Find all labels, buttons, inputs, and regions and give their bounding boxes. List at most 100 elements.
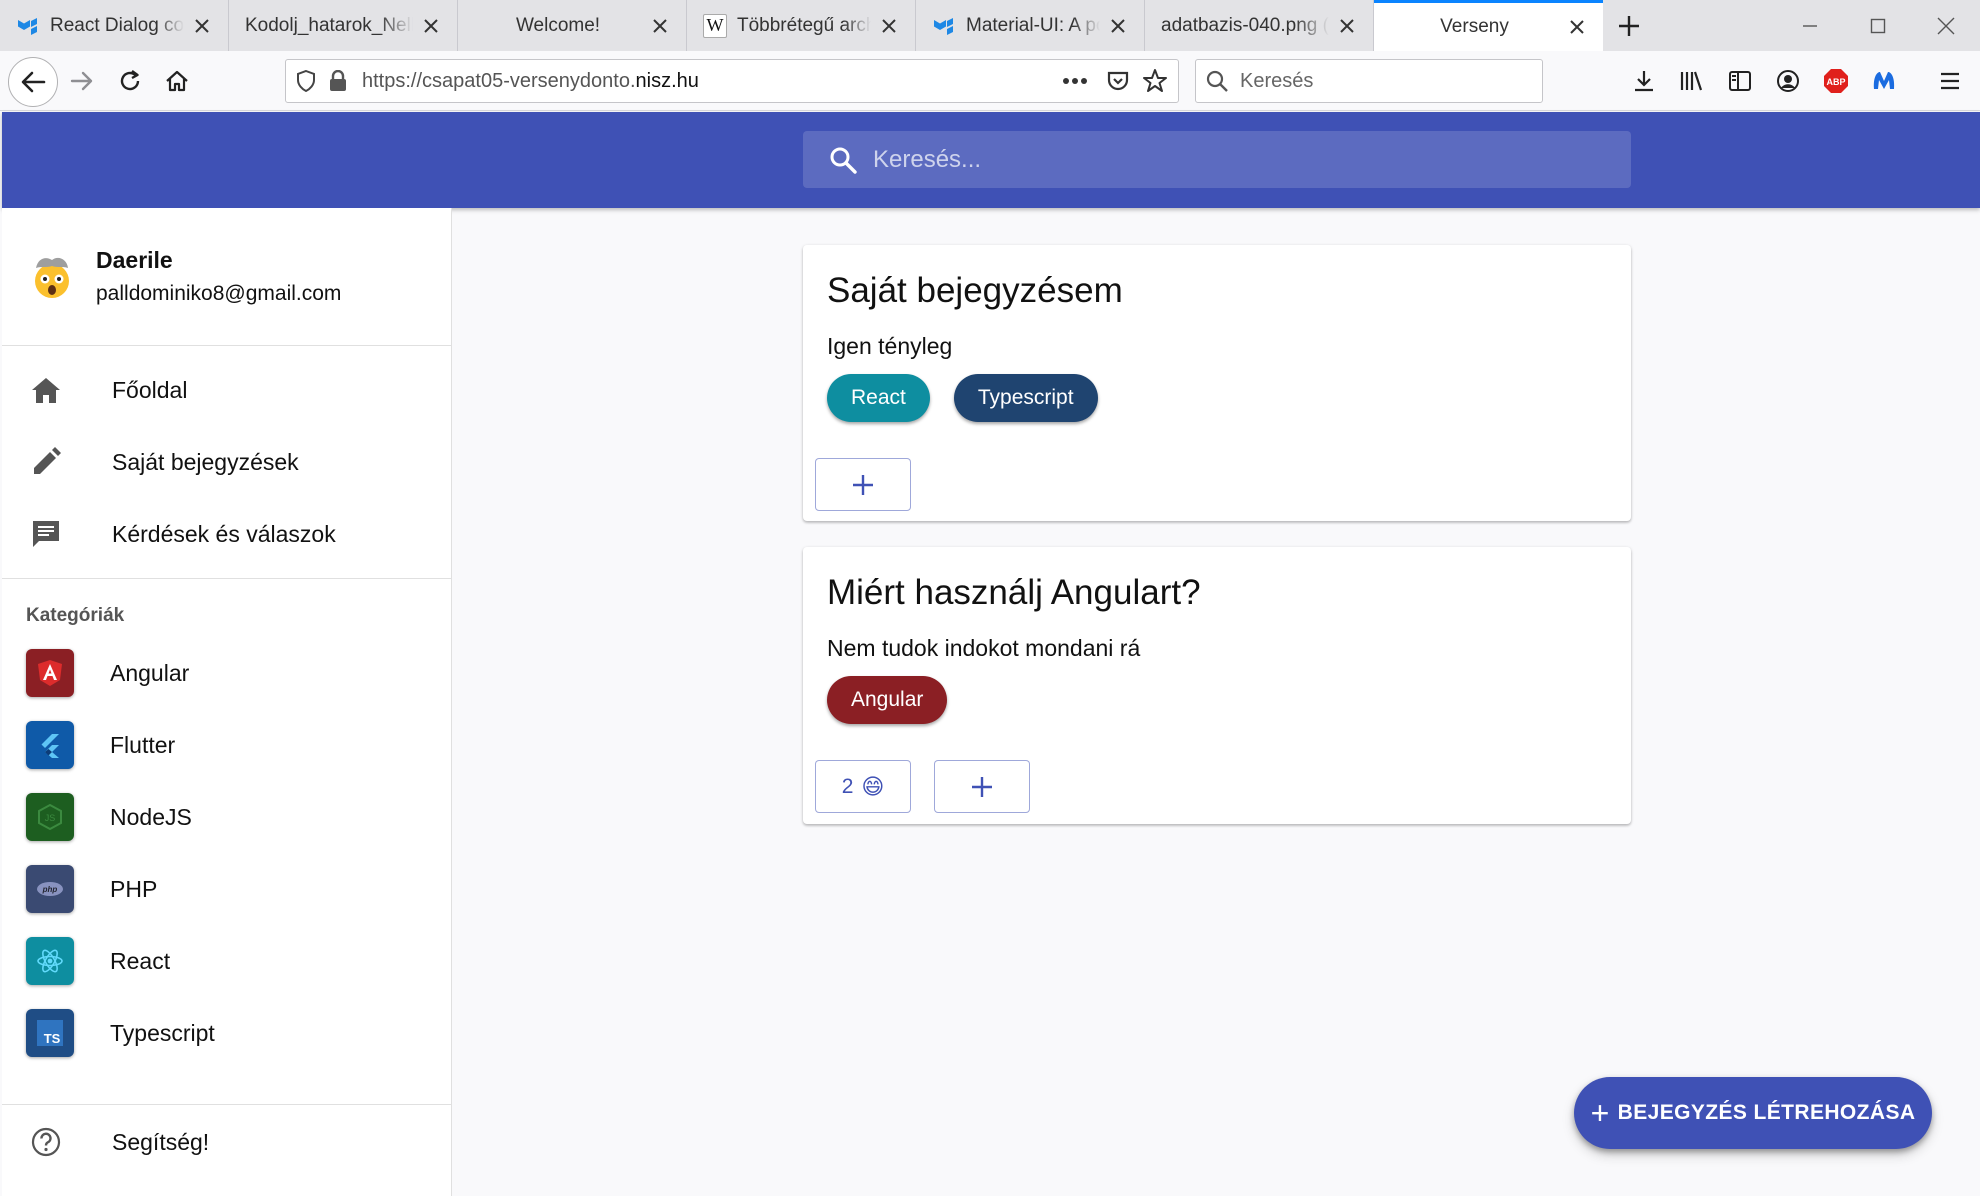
category-item-php[interactable]: php PHP (2, 853, 451, 925)
tag-chip[interactable]: Typescript (953, 374, 1098, 422)
user-profile: Daerile palldominiko8@gmail.com (2, 208, 451, 346)
mui-icon (932, 14, 956, 38)
post-card: Miért használj Angulart? Nem tudok indok… (803, 547, 1631, 824)
pocket-icon[interactable] (1106, 69, 1130, 93)
url-bar[interactable]: https://csapat05-versenydonto.nisz.hu (285, 59, 1179, 103)
post-body: Igen tényleg (827, 333, 953, 359)
window-close-button[interactable] (1912, 0, 1980, 51)
app-bar: Keresés... (2, 112, 1980, 208)
nav-item-help[interactable]: Segítség! (2, 1105, 451, 1179)
close-icon[interactable] (648, 14, 672, 38)
shield-icon (297, 70, 315, 92)
reload-icon (120, 70, 140, 91)
forward-button[interactable] (58, 57, 106, 105)
add-reaction-button[interactable] (815, 458, 911, 511)
angular-icon (26, 649, 74, 697)
more-actions-icon[interactable] (1062, 77, 1088, 85)
svg-text:php: php (42, 885, 58, 894)
back-button[interactable] (8, 57, 58, 107)
browser-tab[interactable]: adatbazis-040.png (Pi (1145, 0, 1374, 51)
search-icon (1206, 70, 1228, 92)
sidebar-toggle-icon[interactable] (1721, 62, 1759, 100)
arrow-left-icon (21, 71, 46, 93)
lock-icon (330, 70, 346, 91)
create-post-fab[interactable]: + BEJEGYZÉS LÉTREHOZÁSA (1574, 1077, 1932, 1149)
app-search-input[interactable]: Keresés... (803, 131, 1631, 188)
category-label: Angular (110, 659, 190, 686)
nav-item-qa[interactable]: Kérdések és válaszok (2, 498, 451, 570)
nav-item-home[interactable]: Főoldal (2, 354, 451, 426)
browser-tab[interactable]: Kodolj_hatarok_Nelku (229, 0, 458, 51)
browser-tab[interactable]: Material-UI: A po (916, 0, 1145, 51)
category-label: React (110, 947, 171, 974)
nav-item-label: Segítség! (112, 1128, 210, 1155)
category-item-flutter[interactable]: Flutter (2, 709, 451, 781)
user-email: palldominiko8@gmail.com (96, 282, 342, 305)
add-reaction-button[interactable] (934, 760, 1030, 813)
flutter-icon (26, 721, 74, 769)
close-icon[interactable] (877, 14, 901, 38)
arrow-right-icon (70, 71, 93, 91)
url-domain: nisz.hu (635, 69, 699, 92)
nodejs-icon: JS (26, 793, 74, 841)
sidebar: Daerile palldominiko8@gmail.com Főoldal … (2, 208, 452, 1196)
close-icon[interactable] (419, 14, 443, 38)
browser-tab-active[interactable]: Verseny (1374, 0, 1603, 51)
categories-heading: Kategóriák (26, 605, 125, 626)
tab-title: React Dialog com (50, 14, 184, 36)
close-icon[interactable] (1106, 14, 1130, 38)
tag-chip[interactable]: Angular (827, 676, 948, 724)
close-icon[interactable] (190, 14, 214, 38)
browser-search-bar[interactable]: Keresés (1195, 59, 1543, 103)
avatar (28, 253, 76, 301)
library-icon[interactable] (1673, 62, 1711, 100)
tag-chip[interactable]: React (827, 374, 930, 422)
home-button[interactable] (153, 57, 201, 105)
browser-tab[interactable]: Welcome! (458, 0, 687, 51)
svg-text:ABP: ABP (1826, 77, 1845, 87)
window-controls (1776, 0, 1980, 51)
category-item-react[interactable]: React (2, 925, 451, 997)
download-icon[interactable] (1625, 62, 1663, 100)
browser-toolbar-icons: ABP (1625, 59, 1969, 103)
main-nav: Főoldal Saját bejegyzések Kérdések és vá… (2, 346, 451, 579)
app-search-placeholder: Keresés... (873, 145, 982, 173)
malwarebytes-icon[interactable] (1865, 62, 1903, 100)
help-circle-icon (28, 1124, 64, 1160)
plus-icon: + (1590, 1095, 1610, 1131)
category-label: Typescript (110, 1019, 215, 1046)
user-name: Daerile (96, 247, 173, 273)
browser-tab[interactable]: React Dialog com (0, 0, 229, 51)
nav-item-label: Főoldal (112, 376, 188, 403)
star-icon[interactable] (1142, 68, 1168, 94)
post-actions: 2 😄 (815, 760, 1631, 813)
nav-item-my-posts[interactable]: Saját bejegyzések (2, 426, 451, 498)
svg-text:TS: TS (44, 1031, 61, 1046)
category-item-typescript[interactable]: TS Typescript (2, 997, 451, 1069)
minimize-button[interactable] (1776, 0, 1844, 51)
category-label: PHP (110, 875, 158, 902)
post-actions (815, 458, 1631, 511)
url-text: https://csapat05-versenydonto.nisz.hu (362, 70, 1062, 93)
post-body: Nem tudok indokot mondani rá (827, 635, 1141, 661)
url-prefix: https://csapat05-versenydonto. (362, 69, 636, 92)
browser-tab-strip: React Dialog com Kodolj_hatarok_Nelku We… (0, 0, 1980, 51)
adblock-icon[interactable]: ABP (1817, 62, 1855, 100)
menu-icon[interactable] (1931, 62, 1969, 100)
account-icon[interactable] (1769, 62, 1807, 100)
tab-title: Material-UI: A po (966, 14, 1100, 36)
tab-title: Többrétegű archi (737, 14, 871, 36)
close-icon[interactable] (1335, 14, 1359, 38)
category-item-nodejs[interactable]: JS NodeJS (2, 781, 451, 853)
reload-button[interactable] (106, 57, 154, 105)
browser-tab[interactable]: W Többrétegű archi (687, 0, 916, 51)
close-icon[interactable] (1565, 15, 1589, 39)
maximize-button[interactable] (1844, 0, 1912, 51)
category-item-angular[interactable]: Angular (2, 637, 451, 709)
reaction-button[interactable]: 2 😄 (815, 760, 911, 813)
category-list: Angular Flutter JS NodeJS php PHP React … (2, 637, 451, 1069)
search-icon (830, 147, 857, 174)
post-tags: React Typescript (827, 374, 1631, 422)
new-tab-button[interactable] (1603, 0, 1655, 51)
tab-title: Kodolj_hatarok_Nelku (245, 14, 413, 36)
